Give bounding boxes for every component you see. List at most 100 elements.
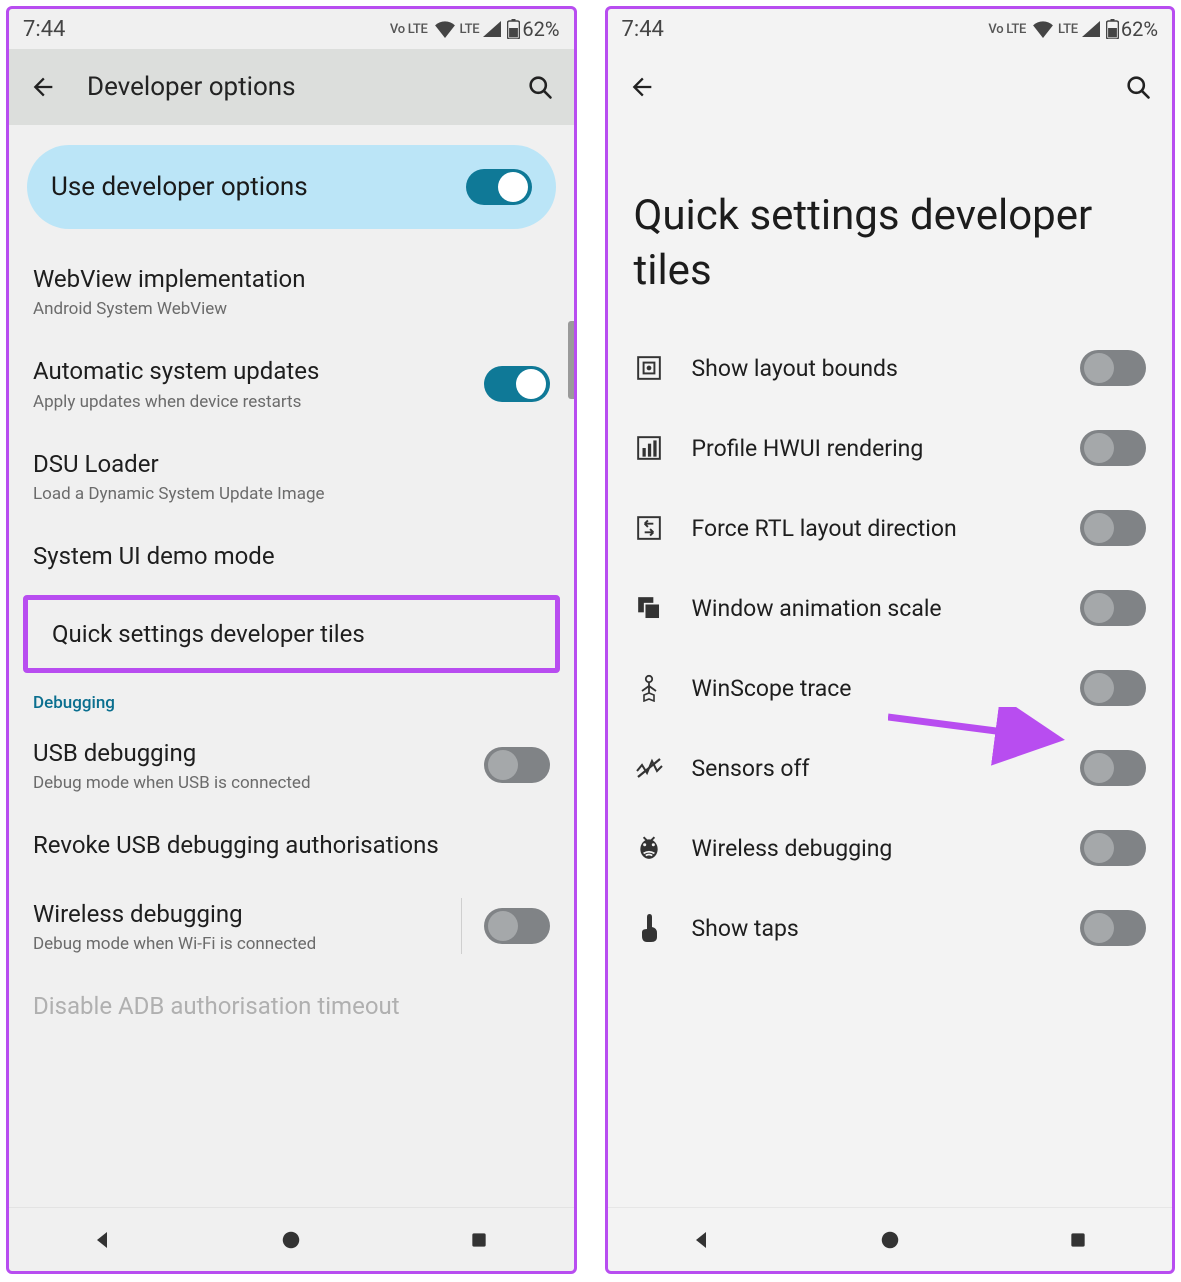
master-switch-label: Use developer options bbox=[51, 172, 466, 202]
tile-row[interactable]: Sensors off bbox=[608, 728, 1173, 808]
app-bar bbox=[608, 49, 1173, 125]
tile-row[interactable]: Wireless debugging bbox=[608, 808, 1173, 888]
row-divider bbox=[461, 898, 462, 954]
setting-title: System UI demo mode bbox=[33, 540, 550, 572]
status-bar: 7:44 Vo LTE LTE 62% bbox=[608, 9, 1173, 49]
setting-toggle[interactable] bbox=[484, 908, 550, 944]
layout-bounds-icon bbox=[634, 353, 664, 383]
search-button[interactable] bbox=[520, 67, 560, 107]
tile-toggle[interactable] bbox=[1080, 910, 1146, 946]
rtl-icon bbox=[634, 513, 664, 543]
battery-icon bbox=[507, 19, 520, 39]
setting-subtitle: Apply updates when device restarts bbox=[33, 392, 464, 412]
show-taps-icon bbox=[634, 913, 664, 943]
tile-row[interactable]: Show taps bbox=[608, 888, 1173, 968]
status-bar: 7:44 Vo LTE LTE 62% bbox=[9, 9, 574, 49]
volte-indicator: Vo LTE bbox=[390, 22, 428, 37]
clock: 7:44 bbox=[622, 17, 664, 42]
wifi-icon bbox=[434, 20, 456, 38]
lte-indicator: LTE bbox=[1058, 22, 1078, 37]
nav-bar bbox=[608, 1207, 1173, 1271]
tile-label: Profile HWUI rendering bbox=[692, 435, 1053, 462]
tile-row[interactable]: Profile HWUI rendering bbox=[608, 408, 1173, 488]
setting-row[interactable]: System UI demo mode bbox=[9, 522, 574, 590]
setting-subtitle: Debug mode when USB is connected bbox=[33, 773, 464, 793]
back-button[interactable] bbox=[23, 67, 63, 107]
master-switch-row[interactable]: Use developer options bbox=[27, 145, 556, 229]
tile-label: Sensors off bbox=[692, 755, 1053, 782]
tile-row[interactable]: WinScope trace bbox=[608, 648, 1173, 728]
setting-row[interactable]: Revoke USB debugging authorisations bbox=[9, 811, 574, 879]
back-button[interactable] bbox=[622, 67, 662, 107]
tile-toggle[interactable] bbox=[1080, 510, 1146, 546]
profile-hwui-icon bbox=[634, 433, 664, 463]
tile-toggle[interactable] bbox=[1080, 830, 1146, 866]
scrollbar-thumb[interactable] bbox=[568, 321, 574, 399]
nav-recents-button[interactable] bbox=[1063, 1225, 1093, 1255]
nav-home-button[interactable] bbox=[276, 1225, 306, 1255]
search-button[interactable] bbox=[1118, 67, 1158, 107]
tile-toggle[interactable] bbox=[1080, 670, 1146, 706]
tile-toggle[interactable] bbox=[1080, 430, 1146, 466]
tile-toggle[interactable] bbox=[1080, 590, 1146, 626]
settings-list[interactable]: Use developer options WebView implementa… bbox=[9, 125, 574, 1207]
nav-back-button[interactable] bbox=[88, 1225, 118, 1255]
tile-label: Force RTL layout direction bbox=[692, 515, 1053, 542]
setting-row[interactable]: Disable ADB authorisation timeout bbox=[9, 972, 574, 1040]
tile-row[interactable]: Show layout bounds bbox=[608, 328, 1173, 408]
setting-row[interactable]: Quick settings developer tiles bbox=[28, 600, 555, 668]
setting-subtitle: Debug mode when Wi-Fi is connected bbox=[33, 934, 439, 954]
tile-row[interactable]: Window animation scale bbox=[608, 568, 1173, 648]
winscope-icon bbox=[634, 673, 664, 703]
tile-toggle[interactable] bbox=[1080, 350, 1146, 386]
setting-title: Wireless debugging bbox=[33, 898, 439, 930]
phone-left: 7:44 Vo LTE LTE 62% Developer options Us… bbox=[6, 6, 577, 1274]
tiles-list[interactable]: Quick settings developer tiles Show layo… bbox=[608, 125, 1173, 1207]
tile-label: Show taps bbox=[692, 915, 1053, 942]
page-title: Quick settings developer tiles bbox=[608, 125, 1173, 328]
setting-row[interactable]: Wireless debugging Debug mode when Wi-Fi … bbox=[9, 880, 574, 972]
signal-icon bbox=[1082, 21, 1100, 37]
setting-title: USB debugging bbox=[33, 737, 464, 769]
tile-toggle[interactable] bbox=[1080, 750, 1146, 786]
lte-indicator: LTE bbox=[460, 22, 480, 37]
page-title: Developer options bbox=[87, 72, 496, 102]
setting-title: Disable ADB authorisation timeout bbox=[33, 990, 550, 1022]
nav-bar bbox=[9, 1207, 574, 1271]
battery-icon bbox=[1106, 19, 1119, 39]
setting-row[interactable]: USB debugging Debug mode when USB is conn… bbox=[9, 719, 574, 811]
setting-title: DSU Loader bbox=[33, 448, 550, 480]
setting-row[interactable]: DSU Loader Load a Dynamic System Update I… bbox=[9, 430, 574, 522]
tile-label: WinScope trace bbox=[692, 675, 1053, 702]
battery-percent: 62% bbox=[1121, 17, 1158, 41]
wireless-debug-icon bbox=[634, 833, 664, 863]
setting-toggle[interactable] bbox=[484, 747, 550, 783]
tile-row[interactable]: Force RTL layout direction bbox=[608, 488, 1173, 568]
annotation-highlight-box: Quick settings developer tiles bbox=[23, 595, 560, 673]
setting-title: WebView implementation bbox=[33, 263, 550, 295]
window-anim-icon bbox=[634, 593, 664, 623]
setting-subtitle: Load a Dynamic System Update Image bbox=[33, 484, 550, 504]
master-switch-toggle[interactable] bbox=[466, 169, 532, 205]
setting-toggle[interactable] bbox=[484, 366, 550, 402]
signal-icon bbox=[483, 21, 501, 37]
nav-back-button[interactable] bbox=[687, 1225, 717, 1255]
volte-indicator: Vo LTE bbox=[988, 22, 1026, 37]
clock: 7:44 bbox=[23, 17, 65, 42]
setting-title: Quick settings developer tiles bbox=[52, 618, 531, 650]
setting-title: Revoke USB debugging authorisations bbox=[33, 829, 550, 861]
battery-percent: 62% bbox=[522, 17, 559, 41]
nav-recents-button[interactable] bbox=[464, 1225, 494, 1255]
sensors-off-icon bbox=[634, 753, 664, 783]
app-bar: Developer options bbox=[9, 49, 574, 125]
wifi-icon bbox=[1032, 20, 1054, 38]
setting-title: Automatic system updates bbox=[33, 355, 464, 387]
phone-right: 7:44 Vo LTE LTE 62% Quick settings devel… bbox=[605, 6, 1176, 1274]
setting-row[interactable]: WebView implementation Android System Web… bbox=[9, 245, 574, 337]
tile-label: Wireless debugging bbox=[692, 835, 1053, 862]
section-header-debugging: Debugging bbox=[9, 677, 574, 719]
nav-home-button[interactable] bbox=[875, 1225, 905, 1255]
setting-subtitle: Android System WebView bbox=[33, 299, 550, 319]
tile-label: Window animation scale bbox=[692, 595, 1053, 622]
setting-row[interactable]: Automatic system updates Apply updates wh… bbox=[9, 337, 574, 429]
